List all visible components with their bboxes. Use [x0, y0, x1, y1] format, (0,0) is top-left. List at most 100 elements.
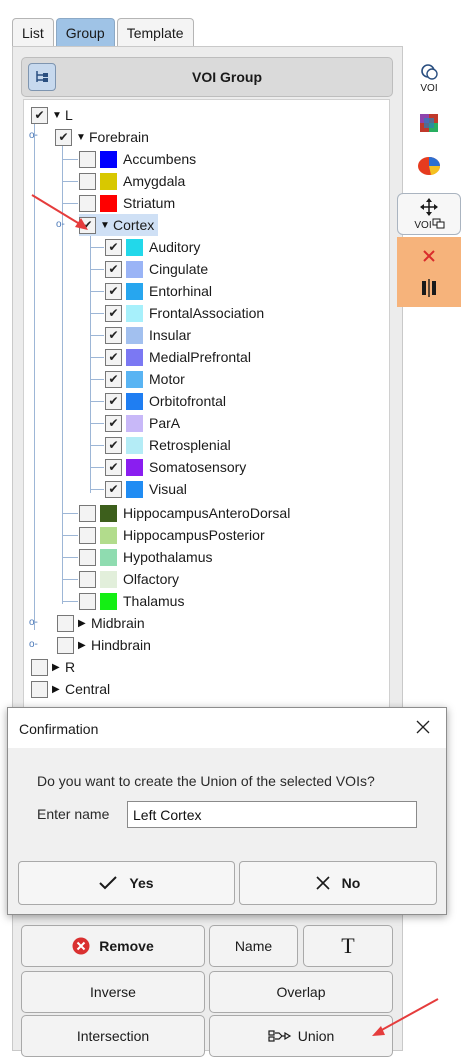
union-button[interactable]: Union [209, 1015, 393, 1057]
text-tool-button[interactable]: T [303, 925, 393, 967]
tree-node-label: HippocampusAnteroDorsal [123, 505, 291, 521]
tree-node-somatosensory[interactable]: ✔ Somatosensory [105, 456, 246, 478]
tree-node-l[interactable]: ✔ ▼ L [31, 104, 73, 126]
tree-node-amygdala[interactable]: Amygdala [79, 170, 185, 192]
tree-node-label: R [65, 659, 76, 675]
tree-node-midbrain[interactable]: ▶ Midbrain [57, 612, 145, 634]
move-voi-button[interactable]: VOI [397, 193, 461, 235]
expand-key-icon[interactable]: o- [29, 640, 38, 650]
color-grid-button[interactable] [397, 103, 461, 143]
chevron-down-icon[interactable]: ▼ [76, 132, 88, 143]
remove-button[interactable]: Remove [21, 925, 205, 967]
tree-node-striatum[interactable]: Striatum [79, 192, 175, 214]
tree-node-accumbens[interactable]: Accumbens [79, 148, 196, 170]
checkbox[interactable]: ✔ [31, 106, 48, 124]
checkbox[interactable]: ✔ [105, 392, 122, 410]
checkbox[interactable]: ✔ [55, 128, 72, 146]
pie-3d-button[interactable] [397, 146, 461, 186]
no-button[interactable]: No [239, 861, 437, 905]
expand-key-icon[interactable]: o- [29, 131, 38, 141]
tree-node-entorhinal[interactable]: ✔ Entorhinal [105, 280, 212, 302]
yes-button[interactable]: Yes [18, 861, 235, 905]
checkbox[interactable]: ✔ [105, 370, 122, 388]
color-swatch [126, 304, 143, 322]
checkbox[interactable]: ✔ [105, 436, 122, 454]
checkbox[interactable] [79, 548, 96, 566]
tree-node-label: L [65, 107, 73, 123]
checkbox[interactable] [79, 526, 96, 544]
checkbox[interactable] [79, 570, 96, 588]
tree-node-hippocampus-antero-dorsal[interactable]: HippocampusAnteroDorsal [79, 502, 290, 524]
tree-node-label: Hypothalamus [123, 549, 213, 565]
overlap-label: Overlap [276, 984, 326, 1000]
tree-node-medial-prefrontal[interactable]: ✔ MedialPrefrontal [105, 346, 251, 368]
inverse-button[interactable]: Inverse [21, 971, 205, 1013]
expand-key-icon[interactable]: o- [56, 220, 65, 230]
chevron-down-icon[interactable]: ▼ [52, 110, 64, 121]
tree-node-visual[interactable]: ✔ Visual [105, 478, 187, 500]
tree-node-auditory[interactable]: ✔ Auditory [105, 236, 200, 258]
tree-node-hypothalamus[interactable]: Hypothalamus [79, 546, 213, 568]
tree-node-r[interactable]: ▶ R [31, 656, 75, 678]
tree-node-cingulate[interactable]: ✔ Cingulate [105, 258, 208, 280]
name-button[interactable]: Name [209, 925, 298, 967]
checkbox[interactable]: ✔ [105, 260, 122, 278]
tree-node-thalamus[interactable]: Thalamus [79, 590, 184, 612]
tree-node-label: Hindbrain [91, 637, 151, 653]
tree-node-forebrain[interactable]: ✔ ▼ Forebrain [55, 126, 149, 148]
chevron-down-icon[interactable]: ▼ [100, 220, 112, 231]
checkbox[interactable] [57, 636, 74, 654]
tree-node-hippocampus-posterior[interactable]: HippocampusPosterior [79, 524, 265, 546]
tree-node-motor[interactable]: ✔ Motor [105, 368, 185, 390]
tree-node-central[interactable]: ▶ Central [31, 678, 110, 700]
delete-icon[interactable] [420, 247, 438, 265]
checkbox[interactable] [79, 592, 96, 610]
checkbox[interactable]: ✔ [105, 238, 122, 256]
voi-tool-button[interactable]: VOI [397, 58, 461, 98]
checkbox[interactable]: ✔ [105, 304, 122, 322]
close-icon[interactable] [410, 714, 436, 740]
checkbox[interactable]: ✔ [105, 326, 122, 344]
color-swatch [126, 436, 143, 454]
tree-node-orbitofrontal[interactable]: ✔ Orbitofrontal [105, 390, 226, 412]
tree-node-insular[interactable]: ✔ Insular [105, 324, 191, 346]
union-icon [268, 1030, 291, 1042]
tab-template[interactable]: Template [116, 18, 194, 48]
checkbox[interactable]: ✔ [105, 282, 122, 300]
checkbox[interactable] [79, 150, 96, 168]
checkbox[interactable]: ✔ [105, 414, 122, 432]
expand-key-icon[interactable]: o- [29, 618, 38, 628]
chevron-right-icon[interactable]: ▶ [78, 640, 90, 651]
color-swatch [100, 592, 117, 610]
tab-group[interactable]: Group [55, 18, 115, 48]
tree-node-frontal-association[interactable]: ✔ FrontalAssociation [105, 302, 264, 324]
chevron-right-icon[interactable]: ▶ [52, 662, 64, 673]
chevron-right-icon[interactable]: ▶ [52, 684, 64, 695]
checkbox[interactable] [79, 504, 96, 522]
chevron-right-icon[interactable]: ▶ [78, 618, 90, 629]
tree-node-label: Insular [149, 327, 192, 343]
tree-node-olfactory[interactable]: Olfactory [79, 568, 179, 590]
tree-line [90, 247, 104, 248]
tree-node-label: Visual [149, 481, 187, 497]
tab-list[interactable]: List [12, 18, 54, 48]
overlap-button[interactable]: Overlap [209, 971, 393, 1013]
checkbox[interactable] [57, 614, 74, 632]
tree-node-para[interactable]: ✔ ParA [105, 412, 180, 434]
checkbox[interactable]: ✔ [105, 348, 122, 366]
checkbox[interactable] [79, 194, 96, 212]
checkbox[interactable]: ✔ [105, 458, 122, 476]
tree-node-retrosplenial[interactable]: ✔ Retrosplenial [105, 434, 231, 456]
name-input[interactable] [127, 801, 417, 828]
tree-node-hindbrain[interactable]: ▶ Hindbrain [57, 634, 151, 656]
tree-line [90, 445, 104, 446]
tree-node-cortex[interactable]: ✔ ▼ Cortex [79, 214, 159, 236]
tree-structure-button[interactable] [28, 63, 56, 91]
distribute-icon[interactable] [418, 279, 440, 297]
checkbox[interactable] [79, 172, 96, 190]
checkbox[interactable] [31, 680, 48, 698]
checkbox[interactable]: ✔ [105, 480, 122, 498]
intersection-button[interactable]: Intersection [21, 1015, 205, 1057]
checkbox[interactable]: ✔ [79, 216, 96, 234]
checkbox[interactable] [31, 658, 48, 676]
